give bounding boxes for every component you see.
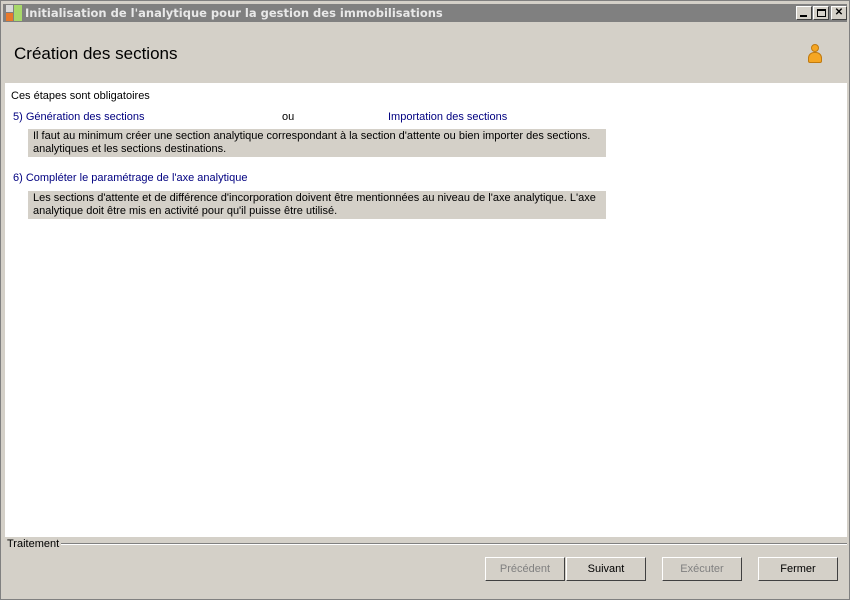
- execute-button[interactable]: Exécuter: [662, 557, 742, 581]
- processing-group-label: Traitement: [7, 538, 60, 550]
- close-icon: ✕: [834, 7, 844, 18]
- wizard-window: Initialisation de l'analytique pour la g…: [0, 0, 850, 600]
- app-icon: [6, 5, 22, 21]
- or-label: ou: [282, 111, 295, 123]
- wizard-header: Création des sections: [5, 25, 847, 83]
- page-title: Création des sections: [14, 44, 178, 63]
- step5-note-line1: Il faut au minimum créer une section ana…: [33, 130, 591, 142]
- minimize-button[interactable]: [796, 6, 812, 20]
- step5-note-line2: analytiques et les sections destinations…: [33, 143, 227, 155]
- close-button[interactable]: Fermer: [758, 557, 838, 581]
- group-divider: [61, 543, 847, 545]
- steps-panel: Ces étapes sont obligatoires 5) Générati…: [5, 83, 847, 537]
- maximize-button[interactable]: [813, 6, 829, 20]
- window-title: Initialisation de l'analytique pour la g…: [25, 6, 443, 20]
- intro-text: Ces étapes sont obligatoires: [11, 90, 150, 102]
- generation-sections-link[interactable]: 5) Génération des sections: [13, 111, 144, 123]
- close-window-button[interactable]: ✕: [831, 6, 847, 20]
- axis-settings-link[interactable]: 6) Compléter le paramétrage de l'axe ana…: [13, 172, 247, 184]
- title-bar[interactable]: Initialisation de l'analytique pour la g…: [3, 4, 847, 22]
- user-icon: [805, 42, 825, 66]
- minimize-icon: [800, 15, 807, 17]
- step6-note: Les sections d'attente et de différence …: [28, 191, 606, 219]
- step6-note-line2: analytique doit être mis en activité pou…: [33, 205, 338, 217]
- step6-note-line1: Les sections d'attente et de différence …: [33, 192, 596, 204]
- step5-note: Il faut au minimum créer une section ana…: [28, 129, 606, 157]
- next-button[interactable]: Suivant: [566, 557, 646, 581]
- import-sections-link[interactable]: Importation des sections: [388, 111, 507, 123]
- previous-button[interactable]: Précédent: [485, 557, 565, 581]
- maximize-icon: [817, 9, 826, 17]
